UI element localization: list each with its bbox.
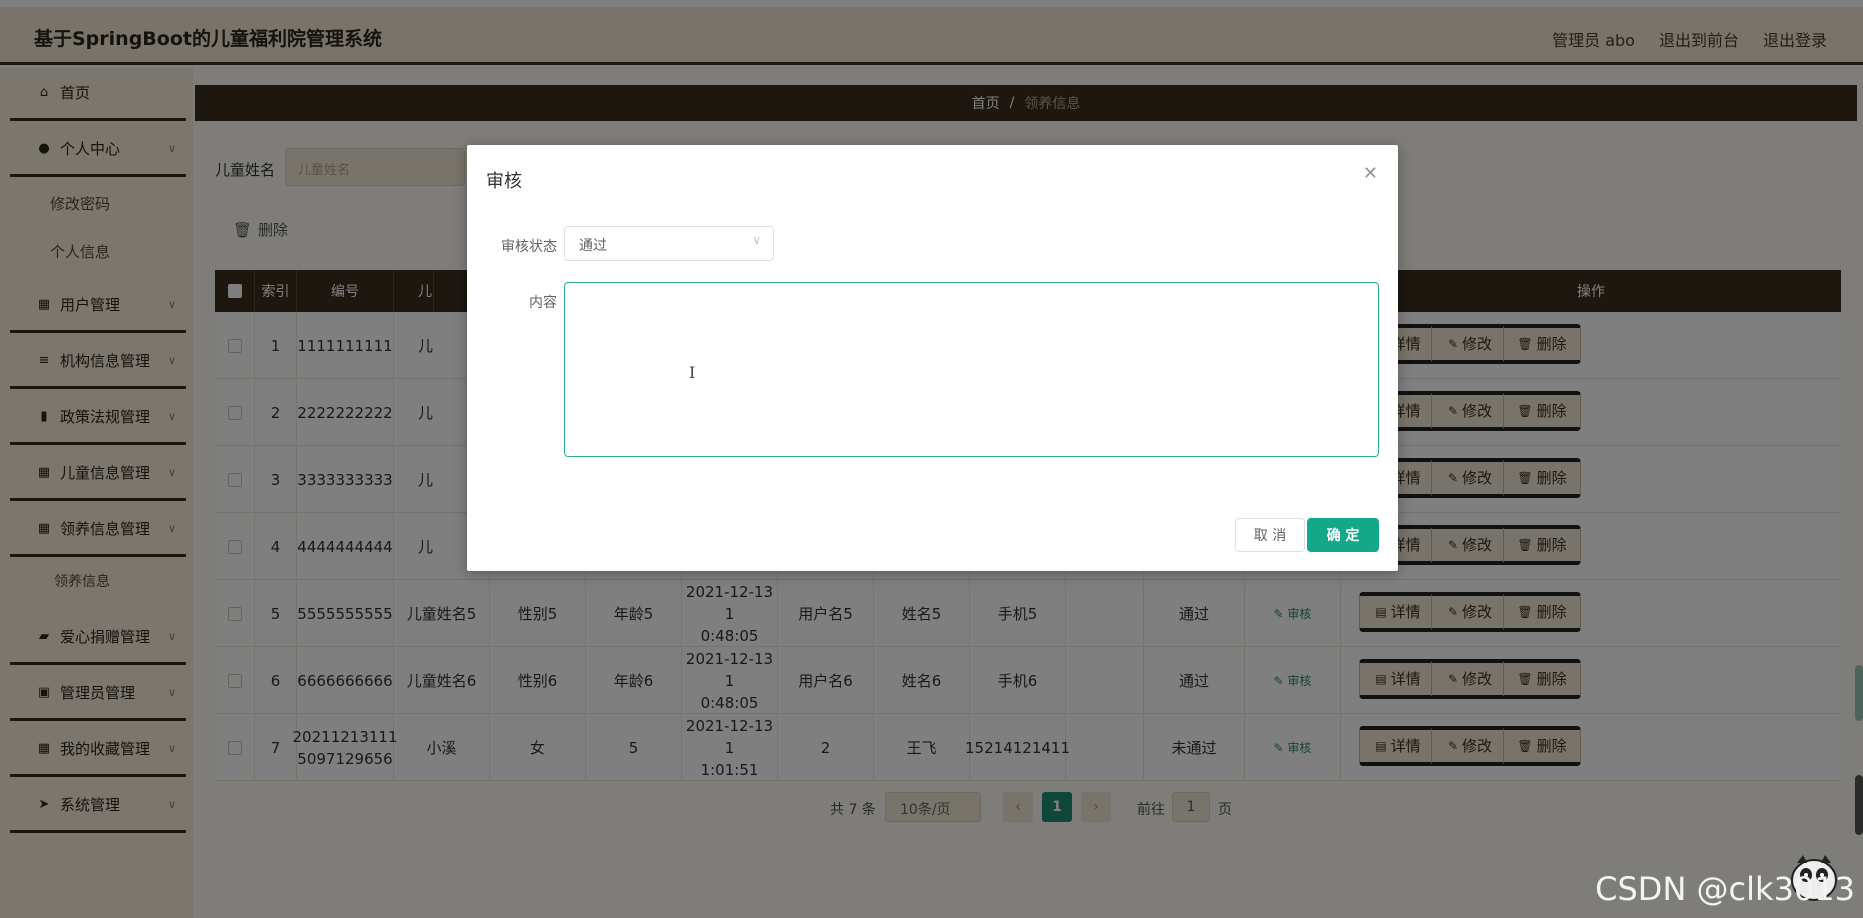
close-icon[interactable]: ✕ [1363, 163, 1378, 184]
audit-dialog: 审核 ✕ 审核状态 通过 ∨ 内容 I 取 消 确 定 [467, 145, 1398, 571]
dialog-title: 审核 [486, 171, 522, 192]
audit-status-label: 审核状态 [501, 239, 557, 255]
text-cursor-icon: I [689, 363, 696, 382]
cancel-button[interactable]: 取 消 [1235, 518, 1305, 552]
watermark: CSDN @clk3013 [1595, 870, 1855, 908]
audit-status-value: 通过 [579, 238, 607, 254]
content-textarea[interactable] [564, 282, 1379, 457]
content-label: 内容 [529, 295, 557, 311]
audit-status-select[interactable]: 通过 ∨ [564, 226, 774, 261]
confirm-button[interactable]: 确 定 [1307, 518, 1379, 552]
chevron-down-icon: ∨ [752, 233, 761, 247]
